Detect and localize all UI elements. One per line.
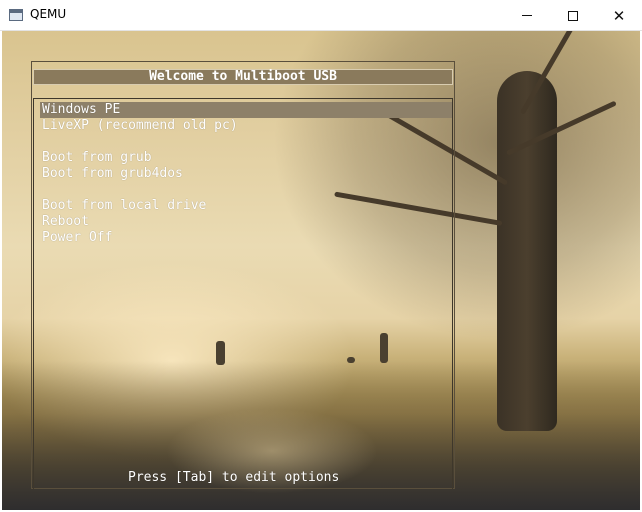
window-titlebar[interactable]: QEMU ✕: [0, 0, 642, 31]
boot-menu-item-grub[interactable]: Boot from grub: [40, 150, 452, 166]
boot-menu-item-reboot[interactable]: Reboot: [40, 214, 452, 230]
close-icon: ✕: [612, 6, 626, 25]
vm-screen[interactable]: Welcome to Multiboot USB Windows PE Live…: [2, 31, 640, 510]
boot-menu-header: Welcome to Multiboot USB: [33, 69, 453, 85]
qemu-app-icon: [9, 9, 23, 21]
boot-menu-item-livexp[interactable]: LiveXP (recommend old pc): [40, 118, 452, 134]
minimize-icon: [522, 15, 532, 16]
boot-menu-item-power-off[interactable]: Power Off: [40, 230, 452, 246]
maximize-icon: [568, 10, 578, 21]
tree-icon: [497, 71, 557, 431]
edit-options-hint: Press [Tab] to edit options: [128, 470, 340, 485]
minimize-button[interactable]: [504, 0, 550, 31]
boot-menu-item-windows-pe[interactable]: Windows PE: [40, 102, 452, 118]
boot-menu-item-grub4dos[interactable]: Boot from grub4dos: [40, 166, 452, 182]
maximize-button[interactable]: [550, 0, 596, 31]
window-title: QEMU: [30, 7, 67, 21]
close-button[interactable]: ✕: [596, 0, 642, 31]
boot-menu-item-local-drive[interactable]: Boot from local drive: [40, 198, 452, 214]
